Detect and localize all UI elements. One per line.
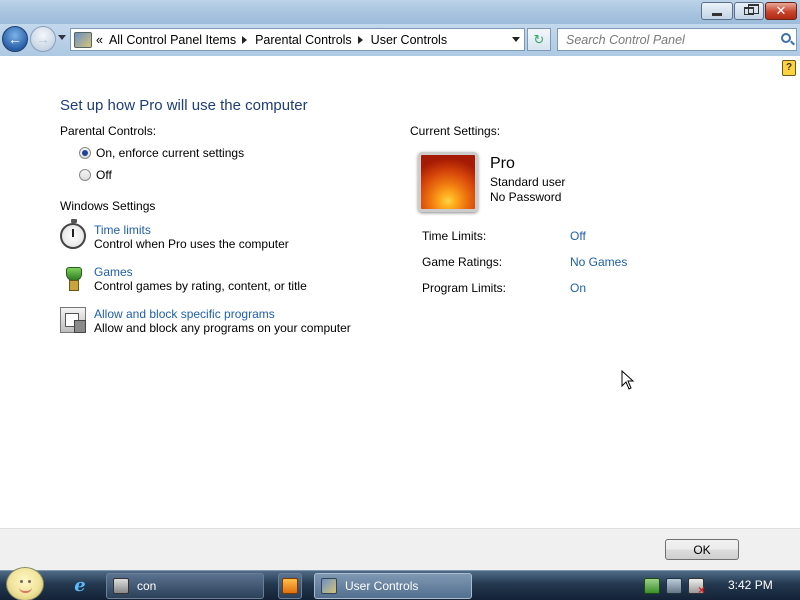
- smiley-mouth-icon: [19, 587, 32, 593]
- security-shield-icon[interactable]: [644, 578, 660, 594]
- radio-off-row[interactable]: Off: [79, 168, 112, 182]
- radio-on-row[interactable]: On, enforce current settings: [79, 146, 244, 160]
- minimize-button[interactable]: [701, 2, 733, 20]
- close-button[interactable]: ✕: [765, 2, 797, 20]
- control-panel-icon: [74, 31, 92, 48]
- programs-description: Allow and block any programs on your com…: [94, 321, 351, 335]
- main-content: ? Set up how Pro will use the computer P…: [0, 56, 800, 528]
- search-box[interactable]: [557, 28, 797, 51]
- game-trophy-icon: [60, 265, 86, 291]
- games-description: Control games by rating, content, or tit…: [94, 279, 307, 293]
- taskbar-item-media-player[interactable]: [278, 573, 302, 599]
- smiley-eyes-icon: [20, 580, 23, 583]
- user-type: Standard user: [490, 175, 566, 189]
- media-player-icon: [282, 578, 298, 594]
- system-tray: [638, 574, 800, 598]
- network-icon[interactable]: [666, 578, 682, 594]
- taskbar-item-con[interactable]: con: [106, 573, 264, 599]
- breadcrumb-separator-icon[interactable]: [242, 35, 248, 44]
- breadcrumb-separator-icon[interactable]: [357, 35, 363, 44]
- avatar: [418, 152, 478, 212]
- taskbar-item-label: con: [137, 579, 157, 593]
- volume-muted-icon[interactable]: [688, 578, 705, 597]
- radio-off-label[interactable]: Off: [96, 168, 112, 182]
- navigation-bar: ← → « All Control Panel Items Parental C…: [0, 24, 800, 56]
- title-bar: ✕: [0, 0, 800, 24]
- taskbar-item-user-controls[interactable]: User Controls: [314, 573, 472, 599]
- recent-pages-dropdown[interactable]: [58, 35, 66, 40]
- search-icon[interactable]: [781, 33, 791, 43]
- time-limits-link[interactable]: Time limits: [94, 223, 289, 237]
- program-limits-status-label: Program Limits:: [422, 281, 507, 295]
- page-title: Set up how Pro will use the computer: [60, 97, 308, 114]
- breadcrumb-overflow[interactable]: «: [96, 33, 103, 47]
- time-limits-status-label: Time Limits:: [422, 229, 487, 243]
- programs-link[interactable]: Allow and block specific programs: [94, 307, 351, 321]
- back-arrow-icon: ←: [8, 31, 22, 47]
- parental-controls-label: Parental Controls:: [60, 124, 157, 138]
- game-ratings-status-label: Game Ratings:: [422, 255, 503, 269]
- clock[interactable]: 3:42 PM: [728, 578, 773, 592]
- windows-settings-label: Windows Settings: [60, 199, 156, 213]
- taskbar-item-label: User Controls: [345, 579, 419, 593]
- breadcrumb-user-controls[interactable]: User Controls: [371, 33, 447, 47]
- back-button[interactable]: ←: [2, 26, 28, 52]
- games-link[interactable]: Games: [94, 265, 307, 279]
- refresh-button[interactable]: ↻: [527, 28, 551, 51]
- dialog-footer: OK: [0, 528, 800, 570]
- stopwatch-icon: [60, 219, 86, 249]
- address-bar[interactable]: « All Control Panel Items Parental Contr…: [70, 28, 525, 51]
- forward-arrow-icon: →: [36, 31, 50, 47]
- search-input[interactable]: [566, 32, 766, 47]
- ok-button[interactable]: OK: [665, 539, 739, 560]
- help-icon[interactable]: ?: [782, 60, 796, 76]
- setting-time-limits: Time limits Control when Pro uses the co…: [60, 219, 289, 251]
- breadcrumb-parental-controls[interactable]: Parental Controls: [255, 33, 352, 47]
- control-panel-icon: [321, 578, 337, 594]
- radio-off-button[interactable]: [79, 169, 91, 181]
- mouse-pointer-icon: [621, 370, 635, 390]
- radio-on-button[interactable]: [79, 147, 91, 159]
- address-history-dropdown-icon[interactable]: [512, 37, 520, 42]
- setting-programs: Allow and block specific programs Allow …: [60, 307, 351, 335]
- restore-icon: [744, 4, 759, 15]
- setting-games: Games Control games by rating, content, …: [60, 265, 307, 293]
- game-ratings-status-value[interactable]: No Games: [570, 255, 627, 269]
- forward-button[interactable]: →: [30, 26, 56, 52]
- close-icon: ✕: [775, 3, 787, 19]
- program-limits-status-value[interactable]: On: [570, 281, 586, 295]
- breadcrumb-all-control-panel-items[interactable]: All Control Panel Items: [109, 33, 236, 47]
- taskbar: e con User Controls 3:42 PM: [0, 567, 800, 600]
- internet-explorer-icon[interactable]: e: [70, 576, 90, 596]
- programs-icon: [60, 307, 86, 333]
- refresh-icon: ↻: [533, 31, 545, 47]
- current-settings-label: Current Settings:: [410, 124, 501, 138]
- password-status: No Password: [490, 190, 562, 204]
- radio-on-label[interactable]: On, enforce current settings: [96, 146, 244, 160]
- restore-button[interactable]: [734, 2, 764, 20]
- minimize-icon: [712, 12, 722, 16]
- user-name: Pro: [490, 155, 515, 172]
- start-button[interactable]: [6, 567, 44, 600]
- time-limits-status-value[interactable]: Off: [570, 229, 586, 243]
- time-limits-description: Control when Pro uses the computer: [94, 237, 289, 251]
- console-icon: [113, 578, 129, 594]
